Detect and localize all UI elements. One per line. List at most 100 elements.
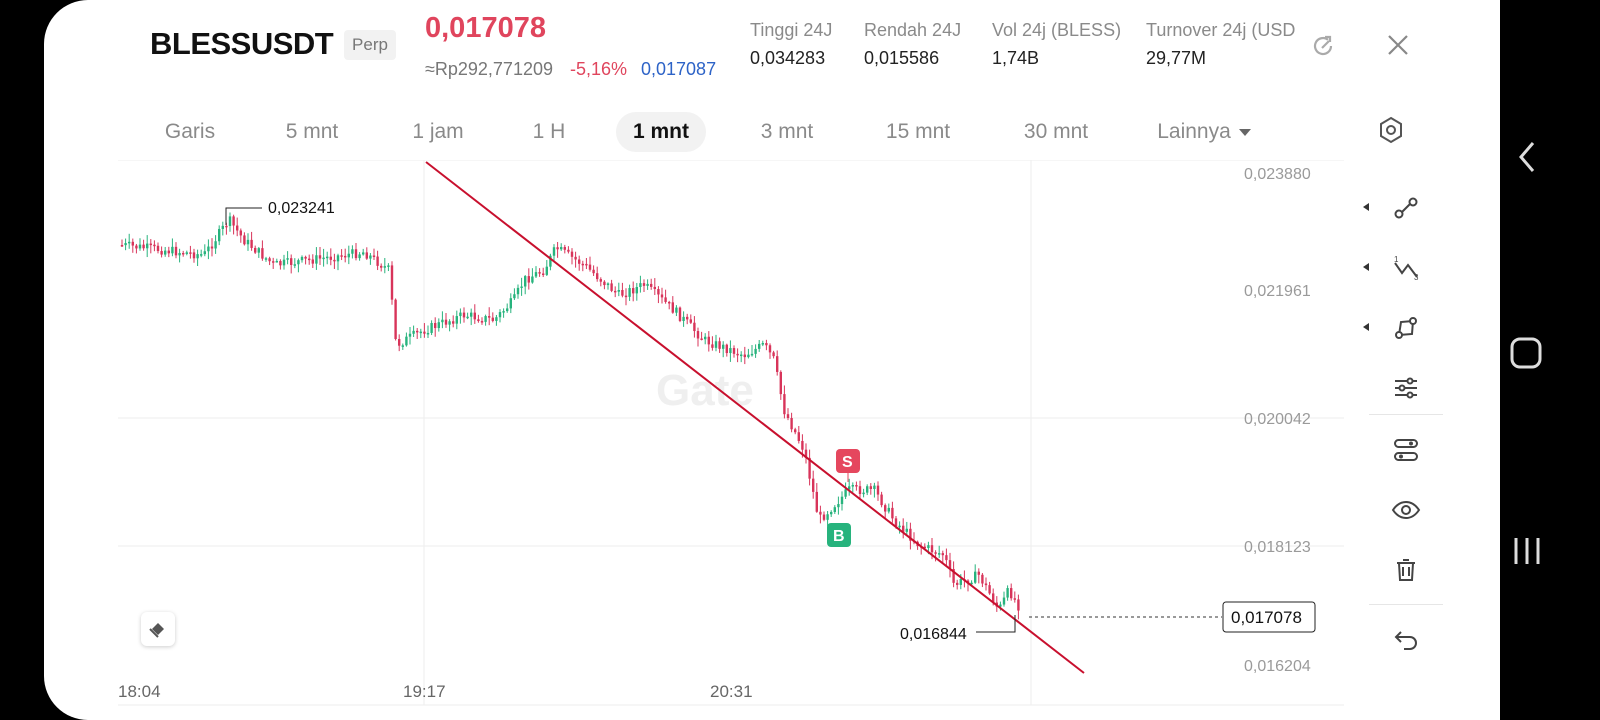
candle [264,256,268,262]
candle-body [437,322,440,329]
candle-body [527,276,530,283]
candle-body [448,321,451,325]
stat-low-value: 0,015586 [864,48,940,68]
candle-body [419,331,422,334]
candle-body [797,432,800,441]
candle-body [470,312,473,317]
line-tool-button[interactable] [1363,184,1443,232]
candle-body [833,507,836,512]
candle [624,288,628,306]
candle [552,244,556,261]
candlestick-chart[interactable]: Gate 0,023241 0,016844 0,017078 S B 0,023880… [44,160,1344,720]
undo-button[interactable] [1369,616,1443,664]
tab-1-jam[interactable]: 1 jam [396,112,480,152]
candle-body [146,243,149,249]
recents-icon[interactable] [1510,534,1544,568]
candle [455,310,458,330]
candle-body [480,321,484,323]
tab-5-mnt[interactable]: 5 mnt [270,112,354,152]
low-marker-leader [976,615,1016,633]
candle [257,246,260,258]
chart-reset-icon[interactable] [141,612,175,646]
tab-garis[interactable]: Garis [148,112,232,152]
candle-body [675,307,678,313]
close-icon[interactable] [1384,31,1412,59]
candle-body [358,254,361,259]
tab-30-mnt[interactable]: 30 mnt [1008,112,1104,152]
candle [232,214,235,235]
candle-body [344,255,347,258]
home-icon[interactable] [1509,336,1543,370]
rotate-screen-icon[interactable] [1310,32,1338,60]
candle [732,345,736,358]
candle-body [196,254,199,259]
candle [873,482,876,498]
tab-1-h[interactable]: 1 H [514,112,584,152]
visibility-button[interactable] [1369,486,1443,534]
candle [797,425,800,444]
candle-body [372,255,376,257]
y-axis: 0,023880 0,021961 0,020042 0,018123 0,016204 [1244,166,1311,675]
back-icon[interactable] [1513,140,1543,174]
candle [765,339,768,351]
candle [239,228,242,243]
tab-1-mnt[interactable]: 1 mnt [616,112,706,152]
candle-body [520,286,523,289]
candle [941,550,944,563]
candle-body [761,343,764,345]
tab-15-mnt[interactable]: 15 mnt [870,112,966,152]
candle [560,243,563,251]
candle [632,281,635,302]
stat-turnover-value: 29,77M [1146,48,1207,68]
indicator-settings-button[interactable] [1369,364,1443,412]
candle [700,331,703,341]
candle-body [938,553,941,555]
candle-body [664,297,667,302]
shape-tool-button[interactable] [1363,304,1443,352]
x-axis: 18:04 19:17 20:31 [118,682,753,701]
fibonacci-tool-button[interactable]: 13 [1363,244,1443,292]
candle-body [477,319,480,322]
candle-body [696,331,700,339]
candle-body [959,579,962,585]
candle-body [369,255,372,259]
candle [592,265,595,276]
candle [988,581,991,595]
candle [545,260,548,276]
candle-body [1013,598,1016,600]
chart-settings-icon[interactable] [1376,115,1406,145]
candle [671,296,674,314]
candle [214,235,217,254]
candle [783,385,786,419]
candle-body [297,260,300,265]
candle [686,313,689,325]
delete-button[interactable] [1369,546,1443,594]
candle-body [988,585,991,594]
candle [682,311,685,327]
candle-body [891,507,894,519]
candle [387,263,390,272]
candle [704,333,707,345]
candle-body [351,249,354,254]
candle-body [1010,588,1013,599]
candle-body [758,343,761,349]
candle [290,254,293,274]
candle-body [682,316,685,321]
candle-body [390,265,394,300]
candle [534,266,538,279]
candle [444,313,448,328]
candle [898,521,901,534]
candle [383,257,386,274]
candle-body [1017,599,1020,611]
candle-body [711,344,714,348]
x-axis-label: 19:17 [403,682,446,701]
tab-3-mnt[interactable]: 3 mnt [744,112,830,152]
candle-body [239,230,242,236]
candle-body [354,249,358,259]
candle-body [513,294,516,299]
layers-button[interactable] [1369,426,1443,474]
tab-more[interactable]: Lainnya [1144,112,1264,152]
candle [920,542,923,555]
candle-body [855,485,858,487]
candle [596,266,599,282]
